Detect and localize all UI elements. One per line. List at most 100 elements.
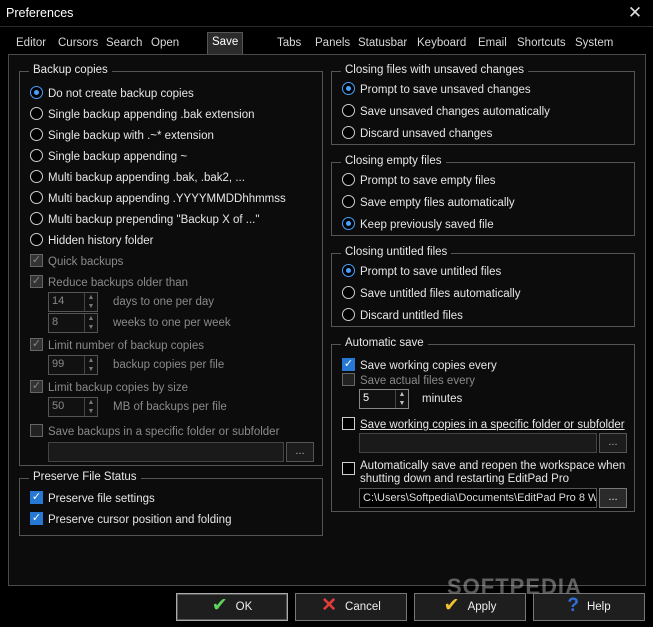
checkbox-label: Preserve file settings	[48, 493, 155, 505]
radio-save-untitled-auto[interactable]: Save untitled files automatically	[342, 286, 520, 302]
stepper-arrows-icon[interactable]: ▲ ▼	[395, 390, 408, 408]
days-stepper[interactable]: 14 ▲ ▼	[48, 292, 98, 312]
tab-statusbar[interactable]: Statusbar	[354, 34, 411, 54]
radio-button[interactable]	[30, 149, 43, 163]
closing-empty-legend: Closing empty files	[341, 155, 446, 167]
checkbox[interactable]: ✓	[30, 491, 43, 505]
radio-button[interactable]	[30, 86, 43, 100]
tab-panels[interactable]: Panels	[311, 34, 354, 54]
checkbox[interactable]	[342, 462, 355, 475]
ok-button[interactable]: ✔ OK	[176, 593, 288, 621]
backup-specific-folder-checkbox[interactable]: Save backups in a specific folder or sub…	[30, 424, 279, 440]
save-working-copies-checkbox[interactable]: ✓ Save working copies every	[342, 358, 497, 374]
radio-label: Save unsaved changes automatically	[360, 106, 550, 118]
workspace-path-browse-button[interactable]: ...	[599, 488, 627, 508]
weeks-value: 8	[52, 316, 59, 328]
backup-folder-browse-button[interactable]: ...	[286, 442, 314, 462]
minutes-stepper[interactable]: 5 ▲ ▼	[359, 389, 409, 409]
checkbox[interactable]: ✓	[30, 254, 43, 268]
working-copies-folder-field[interactable]	[359, 433, 597, 453]
weeks-stepper[interactable]: 8 ▲ ▼	[48, 313, 98, 333]
radio-discard-untitled[interactable]: Discard untitled files	[342, 308, 463, 324]
tab-editor[interactable]: Editor	[12, 34, 50, 54]
checkbox[interactable]: ✓	[30, 338, 43, 352]
close-icon[interactable]: ✕	[625, 3, 645, 23]
limit-size-checkbox[interactable]: ✓ Limit backup copies by size	[30, 380, 188, 396]
backup-folder-field[interactable]	[48, 442, 284, 462]
quick-backups-checkbox[interactable]: ✓ Quick backups	[30, 254, 123, 270]
radio-append-tilde[interactable]: Single backup appending ~	[30, 149, 187, 165]
preserve-settings-checkbox[interactable]: ✓ Preserve file settings	[30, 491, 155, 507]
checkbox[interactable]	[342, 417, 355, 431]
radio-button[interactable]	[342, 286, 355, 300]
checkbox[interactable]: ✓	[30, 380, 43, 394]
closing-untitled-legend: Closing untitled files	[341, 246, 452, 258]
tab-open-files[interactable]: Open Files	[147, 34, 183, 68]
stepper-arrows-icon[interactable]: ▲ ▼	[84, 293, 97, 311]
limit-number-checkbox[interactable]: ✓ Limit number of backup copies	[30, 338, 204, 354]
radio-button[interactable]	[342, 104, 355, 118]
radio-button[interactable]	[342, 308, 355, 322]
radio-tilde-star-extension[interactable]: Single backup with .~* extension	[30, 128, 214, 144]
radio-prompt-empty[interactable]: Prompt to save empty files	[342, 173, 496, 189]
checkbox[interactable]: ✓	[30, 512, 43, 526]
radio-keep-previous[interactable]: Keep previously saved file	[342, 217, 494, 233]
tab-keyboard[interactable]: Keyboard	[413, 34, 470, 54]
size-stepper[interactable]: 50 ▲ ▼	[48, 397, 98, 417]
radio-button[interactable]	[30, 107, 43, 121]
reopen-label-line-2: shutting down and restarting EditPad Pro	[360, 473, 570, 485]
radio-label: Single backup with .~* extension	[48, 130, 214, 142]
radio-button[interactable]	[342, 217, 355, 231]
copies-stepper[interactable]: 99 ▲ ▼	[48, 355, 98, 375]
radio-prompt-untitled[interactable]: Prompt to save untitled files	[342, 264, 501, 280]
tab-cursors[interactable]: Cursors	[54, 34, 102, 54]
radio-button[interactable]	[30, 170, 43, 184]
checkbox[interactable]	[342, 373, 355, 387]
radio-save-empty-auto[interactable]: Save empty files automatically	[342, 195, 515, 211]
checkbox-label: Automatically save and reopen the worksp…	[360, 460, 625, 486]
stepper-arrows-icon[interactable]: ▲ ▼	[84, 356, 97, 374]
working-copies-folder-checkbox[interactable]: Save working copies in a specific folder…	[342, 417, 625, 433]
stepper-arrows-icon[interactable]: ▲ ▼	[84, 398, 97, 416]
radio-prompt-unsaved[interactable]: Prompt to save unsaved changes	[342, 82, 531, 98]
radio-save-unsaved-auto[interactable]: Save unsaved changes automatically	[342, 104, 550, 120]
radio-multi-prepend[interactable]: Multi backup prepending "Backup X of ...…	[30, 212, 259, 228]
stepper-arrows-icon[interactable]: ▲ ▼	[84, 314, 97, 332]
radio-multi-bak[interactable]: Multi backup appending .bak, .bak2, ...	[30, 170, 245, 186]
help-button[interactable]: ? Help	[533, 593, 645, 621]
working-copies-browse-button[interactable]: ...	[599, 433, 627, 453]
cancel-button[interactable]: ✕ Cancel	[295, 593, 407, 621]
radio-hidden-history[interactable]: Hidden history folder	[30, 233, 153, 249]
radio-no-backup[interactable]: Do not create backup copies	[30, 86, 194, 102]
checkbox[interactable]	[30, 424, 43, 438]
radio-button[interactable]	[342, 126, 355, 140]
closing-empty-group: Closing empty files Prompt to save empty…	[331, 155, 635, 236]
save-actual-files-checkbox[interactable]: Save actual files every	[342, 373, 475, 389]
radio-button[interactable]	[342, 173, 355, 187]
apply-button[interactable]: ✔ Apply	[414, 593, 526, 621]
radio-button[interactable]	[30, 191, 43, 205]
help-icon: ?	[567, 595, 579, 616]
radio-label: Hidden history folder	[48, 235, 154, 247]
preserve-cursor-checkbox[interactable]: ✓ Preserve cursor position and folding	[30, 512, 231, 528]
radio-button[interactable]	[342, 82, 355, 96]
radio-button[interactable]	[342, 195, 355, 209]
tab-save-files[interactable]: Save Files	[207, 32, 244, 67]
radio-bak-extension[interactable]: Single backup appending .bak extension	[30, 107, 255, 123]
tab-tabs[interactable]: Tabs	[273, 34, 305, 54]
radio-button[interactable]	[30, 212, 43, 226]
reduce-backups-checkbox[interactable]: ✓ Reduce backups older than	[30, 275, 188, 291]
radio-button[interactable]	[30, 128, 43, 142]
radio-discard-unsaved[interactable]: Discard unsaved changes	[342, 126, 492, 142]
workspace-path-field[interactable]: C:\Users\Softpedia\Documents\EditPad Pro…	[359, 488, 597, 508]
radio-button[interactable]	[342, 264, 355, 278]
tab-search[interactable]: Search	[102, 34, 146, 54]
radio-multi-timestamp[interactable]: Multi backup appending .YYYYMMDDhhmmss	[30, 191, 286, 207]
tab-email[interactable]: Email	[474, 34, 511, 54]
checkbox[interactable]: ✓	[30, 275, 43, 289]
radio-button[interactable]	[30, 233, 43, 247]
tab-system[interactable]: System	[571, 34, 617, 54]
tab-shortcuts[interactable]: Shortcuts	[513, 34, 570, 54]
checkbox[interactable]: ✓	[342, 358, 355, 372]
size-value: 50	[52, 400, 65, 412]
